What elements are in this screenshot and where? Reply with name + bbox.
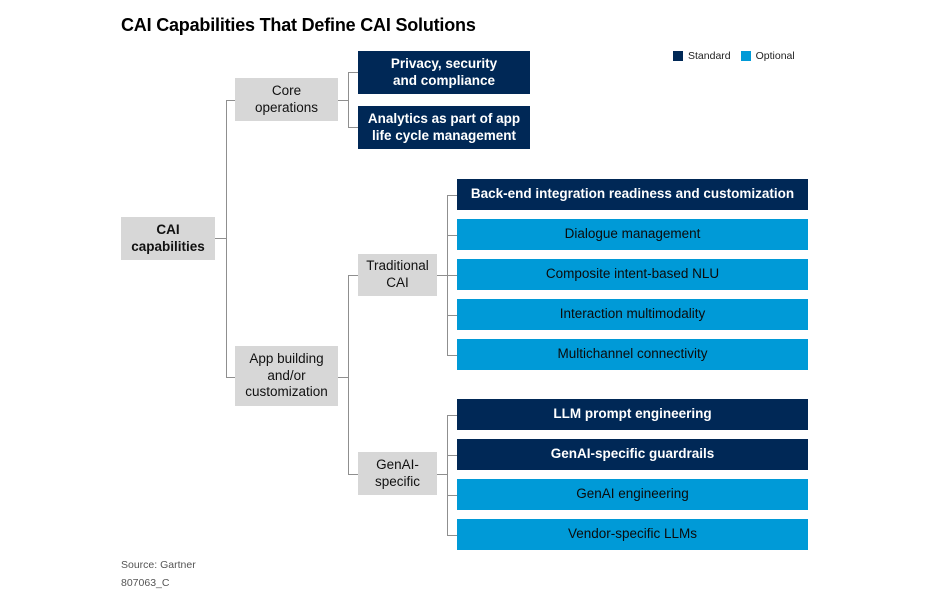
figure-id: 807063_C xyxy=(121,577,170,589)
legend: Standard Optional xyxy=(673,50,805,62)
connector-genai-h xyxy=(348,474,358,475)
legend-item-standard: Standard xyxy=(673,50,731,62)
connector-genai-item4-h xyxy=(447,535,457,536)
node-label: Back-end integration readiness and custo… xyxy=(470,186,795,202)
connector-core-v xyxy=(348,72,349,128)
connector-trad-item4-h xyxy=(447,315,457,316)
capability-llm-prompt-engineering: LLM prompt engineering xyxy=(457,399,808,430)
connector-genai-item2-h xyxy=(447,455,457,456)
node-label-line: Analytics as part of app xyxy=(367,110,521,126)
connector-core-h xyxy=(226,100,235,101)
connector-core-out-h xyxy=(338,100,348,101)
capability-genai-engineering: GenAI engineering xyxy=(457,479,808,510)
node-label: Dialogue management xyxy=(564,226,701,242)
connector-trad-item1-h xyxy=(447,195,457,196)
node-label: Multichannel connectivity xyxy=(557,346,708,362)
connector-app-h xyxy=(226,377,235,378)
node-label-line: Traditional xyxy=(366,258,429,274)
capability-privacy-security-compliance: Privacy, security and compliance xyxy=(358,51,530,94)
connector-core-item1-h xyxy=(348,72,358,73)
legend-label-standard: Standard xyxy=(688,50,731,62)
diagram-title: CAI Capabilities That Define CAI Solutio… xyxy=(121,15,476,35)
node-label-line: GenAI- xyxy=(376,456,419,472)
node-label: GenAI engineering xyxy=(576,486,689,502)
capability-genai-guardrails: GenAI-specific guardrails xyxy=(457,439,808,470)
node-label-line: CAI xyxy=(386,275,409,290)
connector-trad-out-h xyxy=(437,275,447,276)
node-label-line: customization xyxy=(245,384,328,400)
node-label: Vendor-specific LLMs xyxy=(567,526,698,542)
node-label-line: capabilities xyxy=(131,238,205,254)
node-genai-specific: GenAI- specific xyxy=(358,452,437,495)
capability-backend-integration: Back-end integration readiness and custo… xyxy=(457,179,808,210)
capability-dialogue-management: Dialogue management xyxy=(457,219,808,250)
node-label-line: CAI xyxy=(156,221,180,237)
capability-analytics: Analytics as part of app life cycle mana… xyxy=(358,106,530,149)
node-label-line: Privacy, security xyxy=(390,55,498,71)
node-label-line: and compliance xyxy=(392,72,496,88)
node-label: LLM prompt engineering xyxy=(553,406,712,422)
capability-multichannel-connectivity: Multichannel connectivity xyxy=(457,339,808,370)
node-label: Composite intent-based NLU xyxy=(545,266,720,282)
legend-label-optional: Optional xyxy=(755,50,795,62)
node-core-operations: Core operations xyxy=(235,78,338,121)
connector-app-out-h xyxy=(338,377,348,378)
connector-trad-h xyxy=(348,275,358,276)
node-label-line: Core xyxy=(271,82,302,98)
node-label-line: and/or xyxy=(267,367,306,383)
connector-trad-item5-h xyxy=(447,355,457,356)
legend-swatch-standard xyxy=(673,51,683,61)
source-note: Source: Gartner xyxy=(121,559,196,571)
node-label-line: operations xyxy=(254,99,319,115)
connector-app-v xyxy=(348,275,349,475)
node-app-building: App building and/or customization xyxy=(235,346,338,406)
connector-trad-item3-h xyxy=(447,275,457,276)
connector-genai-item1-h xyxy=(447,415,457,416)
connector-core-item2-h xyxy=(348,127,358,128)
connector-genai-out-h xyxy=(437,474,447,475)
capability-interaction-multimodality: Interaction multimodality xyxy=(457,299,808,330)
node-label-line: App building xyxy=(249,350,324,366)
node-traditional-cai: Traditional CAI xyxy=(358,254,437,296)
capability-composite-intent-nlu: Composite intent-based NLU xyxy=(457,259,808,290)
node-cai-capabilities: CAI capabilities xyxy=(121,217,215,260)
capability-vendor-specific-llms: Vendor-specific LLMs xyxy=(457,519,808,550)
node-label-line: life cycle management xyxy=(371,127,517,143)
node-label-line: specific xyxy=(374,473,420,489)
connector-genai-item3-h xyxy=(447,495,457,496)
node-label: Interaction multimodality xyxy=(559,306,706,322)
connector-genai-v xyxy=(447,415,448,536)
node-label: GenAI-specific guardrails xyxy=(550,446,715,462)
connector-trad-item2-h xyxy=(447,235,457,236)
legend-item-optional: Optional xyxy=(740,50,795,62)
legend-swatch-optional xyxy=(740,51,751,61)
connector-root-h xyxy=(215,238,226,239)
connector-level1-v xyxy=(226,100,227,378)
